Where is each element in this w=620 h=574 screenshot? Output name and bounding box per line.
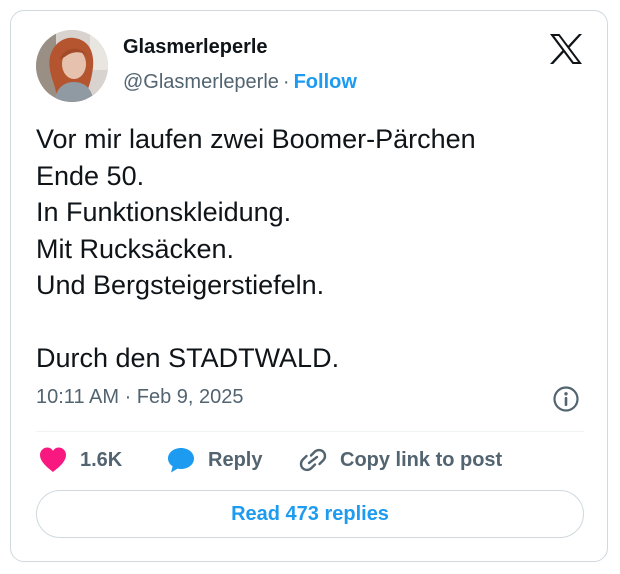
tweet-timestamp[interactable]: 10:11 AM · Feb 9, 2025 xyxy=(36,386,244,409)
separator-dot: · xyxy=(282,71,290,93)
info-icon[interactable] xyxy=(552,385,580,413)
tweet-text: Vor mir laufen zwei Boomer-Pärchen Ende … xyxy=(36,121,576,377)
copy-link-label: Copy link to post xyxy=(340,448,503,471)
tweet-line: In Funktionskleidung. xyxy=(36,197,292,227)
like-button[interactable]: 1.6K xyxy=(38,445,122,475)
x-logo-icon[interactable] xyxy=(549,33,583,65)
tweet-line: Mit Rucksäcken. xyxy=(36,233,235,264)
copy-link-button[interactable]: Copy link to post xyxy=(298,445,502,475)
read-replies-button[interactable]: Read 473 replies xyxy=(36,490,584,538)
tweet-line: Ende 50. xyxy=(36,160,145,191)
tweet-line: Vor mir laufen zwei Boomer-Pärchen xyxy=(36,124,476,154)
link-icon xyxy=(299,448,327,472)
handle-row: @Glasmerleperle · Follow xyxy=(123,71,357,94)
user-handle[interactable]: @Glasmerleperle xyxy=(123,71,279,93)
reply-label: Reply xyxy=(208,448,263,471)
avatar[interactable] xyxy=(36,30,108,102)
tweet-line: Und Bergsteigerstiefeln. xyxy=(36,270,325,300)
heart-icon xyxy=(40,447,66,472)
reply-button[interactable]: Reply xyxy=(166,445,262,475)
divider xyxy=(36,431,584,432)
follow-button[interactable]: Follow xyxy=(294,71,357,93)
tweet-line: Durch den STADTWALD. xyxy=(36,343,340,373)
display-name[interactable]: Glasmerleperle xyxy=(123,36,268,59)
tweet-line xyxy=(36,304,576,341)
like-count: 1.6K xyxy=(80,448,123,471)
speech-bubble-icon xyxy=(168,448,194,473)
